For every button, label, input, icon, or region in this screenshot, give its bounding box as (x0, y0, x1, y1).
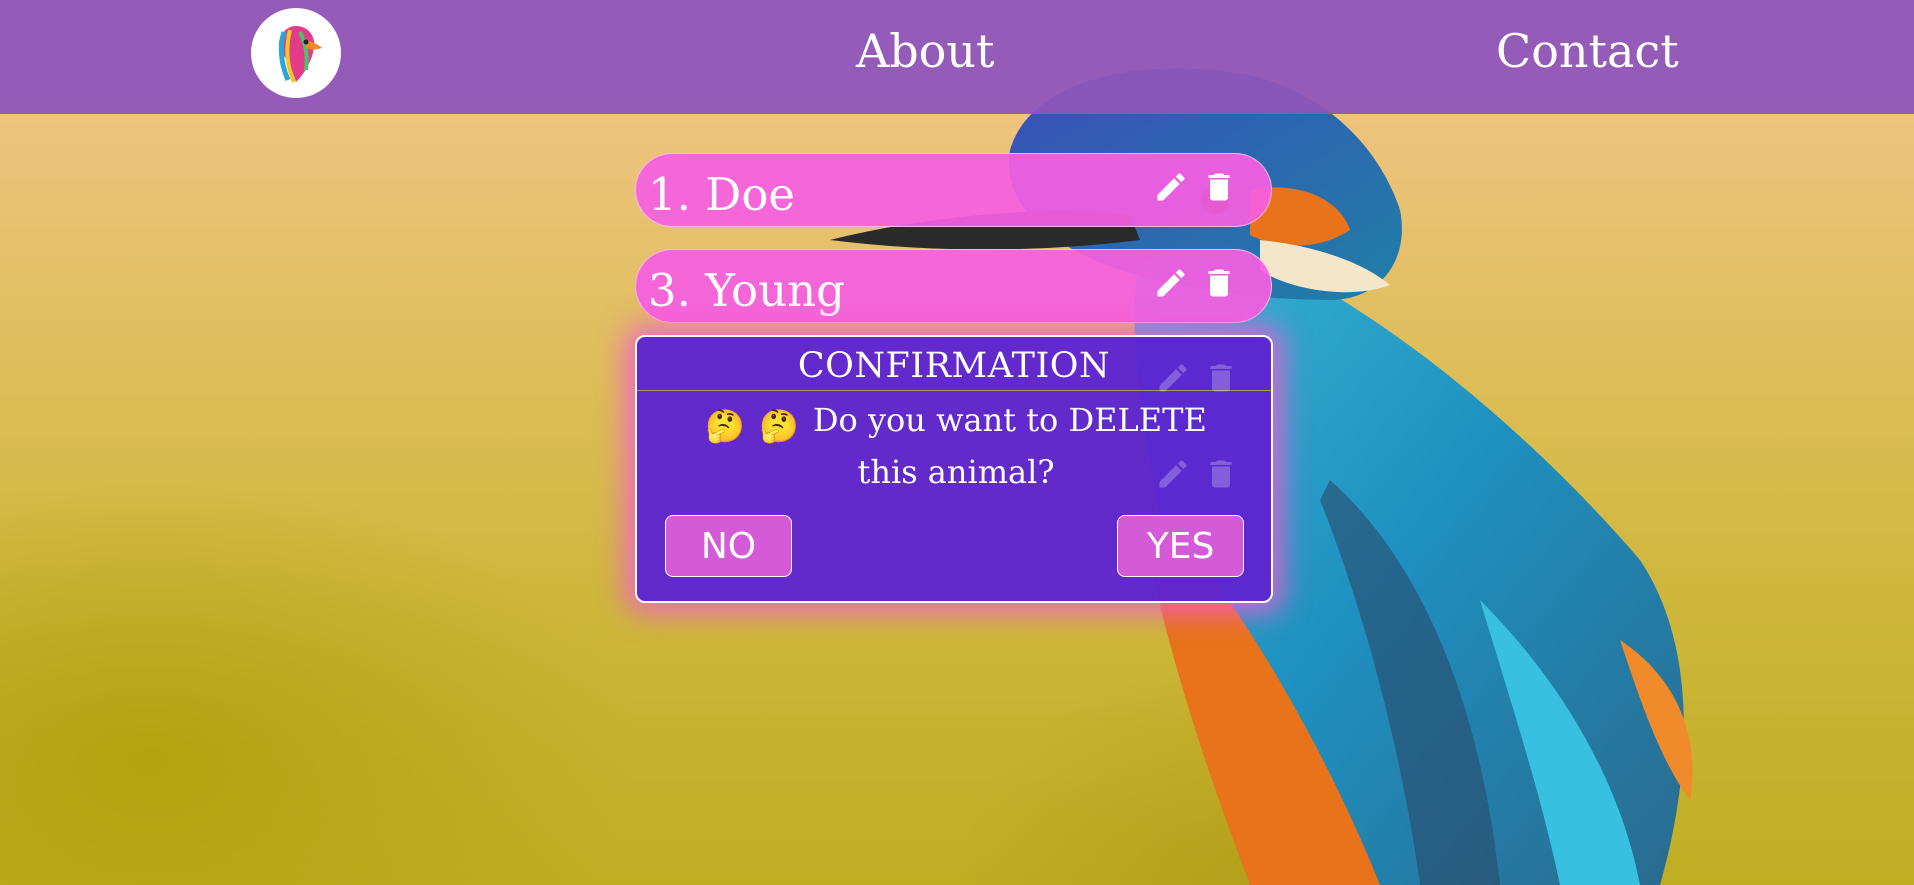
pencil-icon (1155, 360, 1191, 398)
thinking-face-icon: 🤔 (705, 407, 746, 445)
trash-icon (1203, 360, 1239, 398)
pencil-icon[interactable] (1153, 168, 1189, 206)
dialog-message-line1: Do you want to DELETE (812, 401, 1207, 439)
logo[interactable] (251, 8, 341, 98)
animal-name-label: 1. Doe (648, 168, 796, 221)
nav-link-about[interactable]: About (856, 24, 994, 78)
confirmation-dialog: CONFIRMATION 🤔 🤔 Do you want to DELETE thi… (635, 335, 1273, 603)
colorful-bird-logo-icon (278, 26, 322, 83)
thinking-face-icon: 🤔 (759, 407, 799, 445)
dialog-message-line2: this animal? (857, 453, 1055, 491)
animal-name-label: 3. Young (648, 264, 845, 317)
no-button[interactable]: NO (665, 515, 792, 577)
trash-icon[interactable] (1201, 168, 1237, 206)
dialog-message: 🤔 🤔 Do you want to DELETE this animal? (697, 397, 1215, 495)
nav-link-contact[interactable]: Contact (1496, 24, 1679, 78)
navbar: About Contact (0, 0, 1914, 114)
yes-button[interactable]: YES (1117, 515, 1244, 577)
trash-icon[interactable] (1201, 264, 1237, 302)
pencil-icon[interactable] (1153, 264, 1189, 302)
